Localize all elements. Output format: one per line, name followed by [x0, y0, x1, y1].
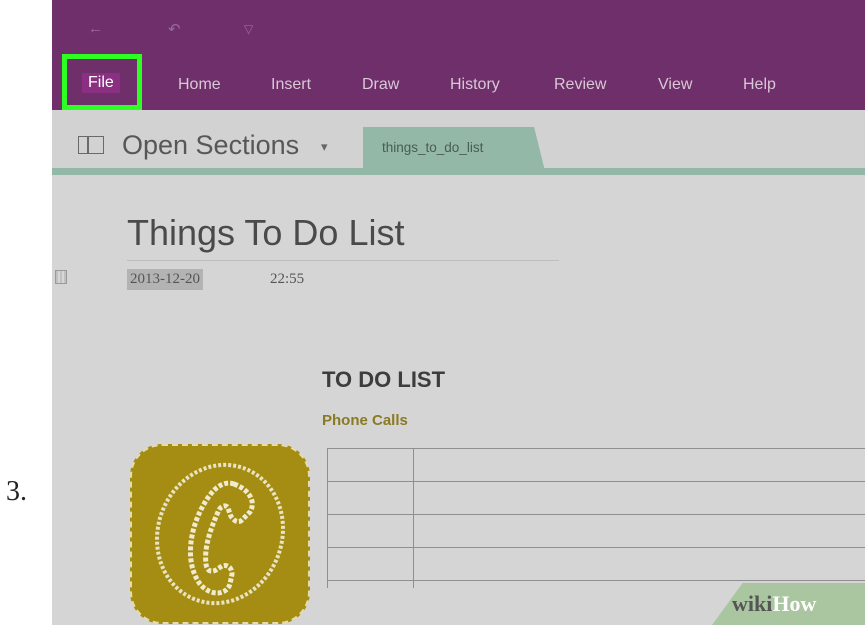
page-time[interactable]: 22:55 [270, 271, 304, 288]
dropdown-caret-icon[interactable]: ▽ [244, 22, 253, 36]
section-divider [52, 168, 865, 175]
undo-icon[interactable]: ↶ [168, 20, 181, 38]
tab-draw[interactable]: Draw [362, 76, 399, 94]
table-cell[interactable] [327, 515, 414, 547]
title-underline [127, 260, 559, 261]
table-row[interactable] [327, 547, 865, 580]
open-sections-button[interactable]: Open Sections [122, 130, 299, 161]
notebook-icon[interactable] [78, 136, 104, 154]
todo-heading[interactable]: TO DO LIST [322, 367, 445, 393]
onenote-window: ← ↶ ▽ File Home Insert Draw History Revi… [52, 0, 865, 625]
tab-home[interactable]: Home [178, 76, 221, 94]
table-cell[interactable] [327, 548, 414, 580]
tab-review[interactable]: Review [554, 76, 606, 94]
table-row[interactable] [327, 514, 865, 547]
tab-history[interactable]: History [450, 76, 500, 94]
section-tab-label[interactable]: things_to_do_list [382, 140, 483, 155]
chevron-down-icon[interactable]: ▾ [321, 139, 328, 155]
table-cell[interactable] [327, 482, 414, 514]
back-arrow-icon[interactable]: ← [88, 20, 103, 37]
page-date[interactable]: 2013-12-20 [127, 269, 203, 290]
table-row[interactable] [327, 481, 865, 514]
phone-calls-table [327, 448, 865, 588]
file-tab[interactable]: File [82, 73, 120, 93]
phone-icon [130, 444, 310, 624]
table-cell[interactable] [327, 449, 414, 481]
step-number: 3. [6, 476, 27, 507]
tab-help[interactable]: Help [743, 76, 776, 94]
tab-view[interactable]: View [658, 76, 692, 94]
wikihow-logo: wikiHow [732, 591, 817, 616]
tab-insert[interactable]: Insert [271, 76, 311, 94]
page-title[interactable]: Things To Do List [127, 212, 404, 254]
table-row[interactable] [327, 448, 865, 481]
table-cell[interactable] [327, 581, 414, 588]
calendar-icon [55, 270, 67, 284]
phone-calls-label[interactable]: Phone Calls [322, 412, 408, 429]
